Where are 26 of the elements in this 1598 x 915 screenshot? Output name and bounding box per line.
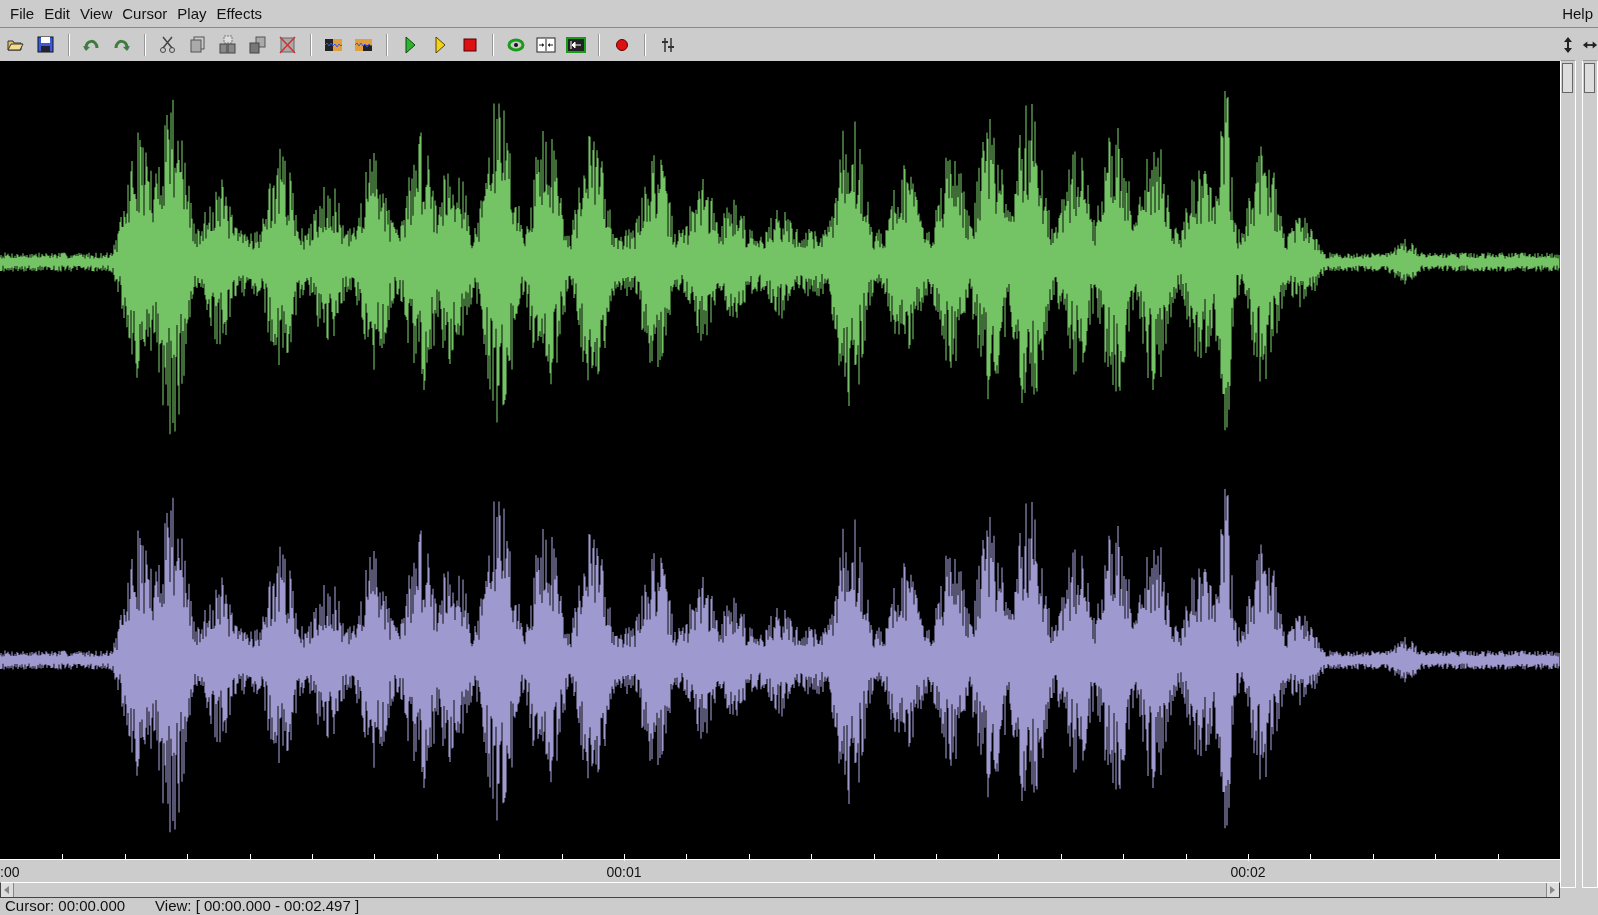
menu-item[interactable]: View bbox=[75, 2, 118, 25]
scroll-right-icon[interactable] bbox=[1546, 883, 1559, 897]
time-label: :00 bbox=[0, 864, 20, 880]
scroll-left-icon[interactable] bbox=[1, 883, 14, 897]
menu-item[interactable]: File bbox=[5, 2, 40, 25]
slider-thumb[interactable] bbox=[1584, 63, 1595, 93]
copy-pages-icon[interactable] bbox=[188, 34, 208, 55]
menu-item[interactable]: Play bbox=[172, 2, 212, 25]
vertical-zoom-slider[interactable] bbox=[1560, 60, 1576, 888]
stacked-blocks-icon[interactable] bbox=[218, 34, 238, 55]
slider-thumb[interactable] bbox=[1562, 63, 1573, 93]
menu-item[interactable]: Edit bbox=[39, 2, 76, 25]
menu-item[interactable]: Effects bbox=[211, 2, 268, 25]
menu-item[interactable]: Help bbox=[1557, 2, 1598, 25]
menu-item[interactable]: Cursor bbox=[117, 2, 173, 25]
cursor-position: Cursor: 00:00.000 bbox=[5, 897, 126, 914]
crossed-page-icon[interactable] bbox=[278, 34, 298, 55]
time-label: 00:01 bbox=[606, 864, 642, 880]
time-label: 00:02 bbox=[1230, 864, 1266, 880]
zoom-fit-icon[interactable] bbox=[536, 34, 556, 55]
horizontal-scrollbar[interactable] bbox=[0, 882, 1560, 898]
overlapping-blocks-icon[interactable] bbox=[248, 34, 268, 55]
arrow-to-start-icon[interactable] bbox=[566, 34, 586, 55]
view-range: View: [ 00:00.000 - 00:02.497 ] bbox=[155, 897, 360, 914]
scissors-icon[interactable] bbox=[158, 34, 178, 55]
horizontal-zoom-slider[interactable] bbox=[1582, 60, 1598, 888]
